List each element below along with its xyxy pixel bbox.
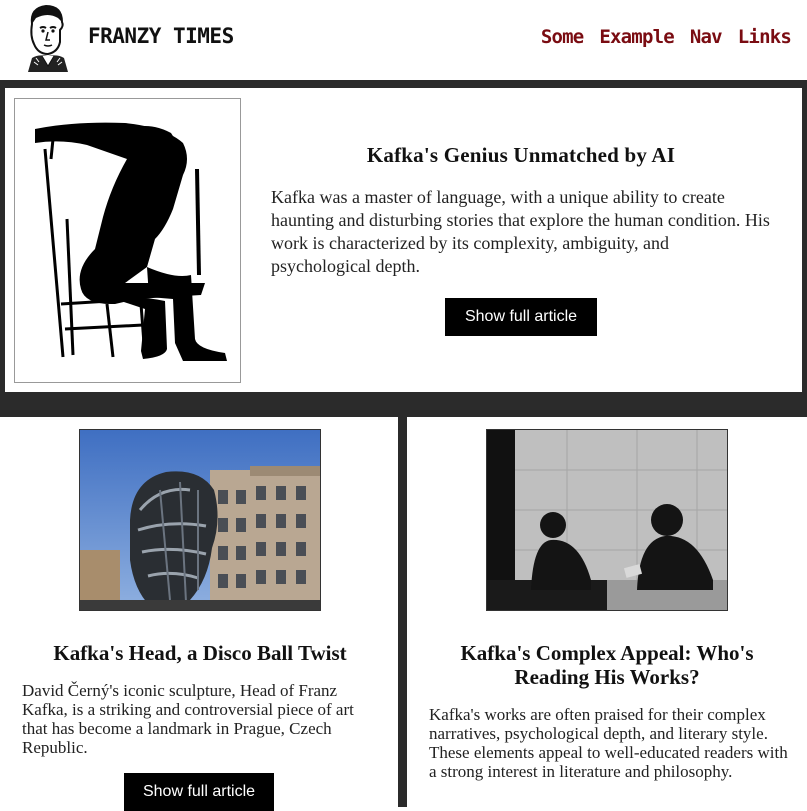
card-title: Kafka's Head, a Disco Ball Twist — [53, 641, 347, 665]
nav-link-some[interactable]: Some — [541, 26, 584, 48]
featured-article-image — [14, 98, 241, 383]
nav-link-nav[interactable]: Nav — [690, 26, 723, 48]
main-nav: Some Example Nav Links — [541, 26, 792, 48]
nav-link-example[interactable]: Example — [599, 26, 674, 48]
featured-article-summary: Kafka was a master of language, with a u… — [271, 187, 770, 276]
featured-article-body: Kafka's Genius Unmatched by AI Kafka was… — [271, 143, 771, 336]
article-card: Kafka's Head, a Disco Ball Twist David Č… — [0, 417, 398, 811]
readers-silhouette-image — [486, 429, 728, 611]
show-full-article-button[interactable]: Show full article — [124, 773, 274, 811]
site-header: FRANZY TIMES Some Example Nav Links — [0, 0, 807, 80]
site-brand-title[interactable]: FRANZY TIMES — [88, 24, 234, 48]
nav-link-links[interactable]: Links — [738, 26, 792, 48]
show-full-article-button[interactable]: Show full article — [445, 298, 597, 336]
article-card: Kafka's Complex Appeal: Who's Reading Hi… — [407, 417, 807, 807]
column-divider — [398, 417, 407, 807]
card-summary: David Černý's iconic sculpture, Head of … — [22, 681, 354, 757]
card-summary: Kafka's works are often praised for thei… — [429, 705, 788, 781]
kafka-head-sculpture-image — [79, 429, 321, 611]
card-title: Kafka's Complex Appeal: Who's Reading Hi… — [460, 641, 754, 689]
featured-article-title: Kafka's Genius Unmatched by AI — [366, 143, 676, 167]
featured-article: Kafka's Genius Unmatched by AI Kafka was… — [5, 88, 802, 392]
kafka-portrait-logo[interactable] — [22, 2, 72, 72]
